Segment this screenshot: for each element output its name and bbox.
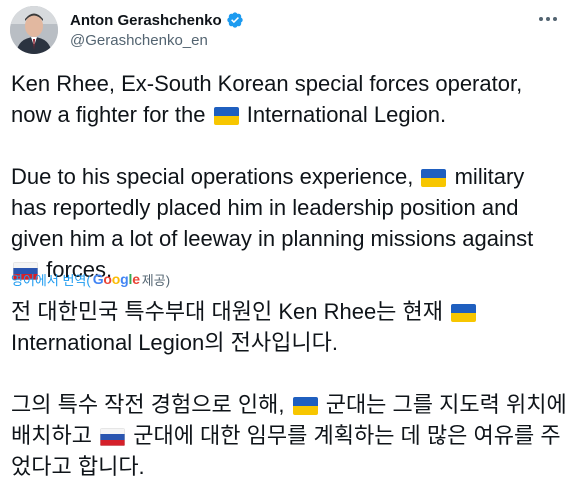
avatar-image bbox=[10, 6, 58, 54]
translated-from-label[interactable]: 영어에서 번역( bbox=[11, 270, 91, 289]
translated-paragraph-2: 그의 특수 작전 경험으로 인해, 군대는 그를 지도력 위치에 배치하고 군대… bbox=[11, 389, 567, 482]
translated-text-segment: International Legion의 전사입니다. bbox=[11, 330, 338, 355]
google-logo: Google bbox=[92, 271, 140, 287]
translated-text-segment: 전 대한민국 특수부대 대원인 Ken Rhee는 현재 bbox=[11, 299, 444, 324]
verified-badge-icon bbox=[227, 12, 243, 28]
translated-text-segment: 그의 특수 작전 경험으로 인해, bbox=[11, 392, 285, 417]
tweet-text-segment: Due to his special operations experience… bbox=[11, 164, 414, 189]
tweet-text: Ken Rhee, Ex-South Korean special forces… bbox=[11, 68, 563, 285]
ukraine-flag-icon bbox=[451, 304, 477, 322]
translation-attribution[interactable]: 영어에서 번역( Google 제공) bbox=[11, 270, 170, 288]
tweet-header: Anton Gerashchenko @Gerashchenko_en bbox=[10, 6, 563, 62]
russia-flag-icon bbox=[100, 428, 126, 446]
ukraine-flag-icon bbox=[292, 397, 318, 415]
tweet-paragraph-2: Due to his special operations experience… bbox=[11, 161, 563, 285]
tweet-text-segment: International Legion. bbox=[246, 102, 447, 127]
more-options-icon[interactable] bbox=[533, 6, 563, 32]
translated-paragraph-1: 전 대한민국 특수부대 대원인 Ken Rhee는 현재 Internation… bbox=[11, 296, 567, 358]
translated-text: 전 대한민국 특수부대 대원인 Ken Rhee는 현재 Internation… bbox=[11, 296, 567, 482]
avatar[interactable] bbox=[10, 6, 58, 54]
translated-text-segment: 군대에 대한 임무를 계획하는 데 많은 여유를 주었다고 합니다. bbox=[11, 423, 561, 479]
author-display-name[interactable]: Anton Gerashchenko bbox=[70, 12, 222, 29]
author-handle[interactable]: @Gerashchenko_en bbox=[70, 32, 244, 49]
tweet-paragraph-1: Ken Rhee, Ex-South Korean special forces… bbox=[11, 68, 563, 130]
author-block: Anton Gerashchenko @Gerashchenko_en bbox=[70, 10, 244, 49]
ukraine-flag-icon bbox=[213, 107, 239, 125]
ukraine-flag-icon bbox=[421, 169, 447, 187]
provided-by-label: 제공) bbox=[141, 272, 171, 288]
